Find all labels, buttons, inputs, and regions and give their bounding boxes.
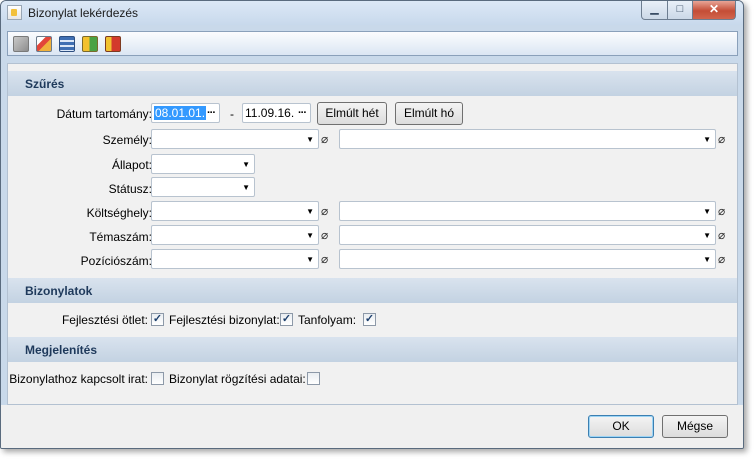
edit-icon[interactable] <box>36 36 52 52</box>
date-to-field[interactable]: 11.09.16. ··· <box>242 103 311 123</box>
dialog-window: Bizonylat lekérdezés ▁ □ ✕ Szűrés Dátum … <box>0 0 744 449</box>
dev-doc-label: Fejlesztési bizonylat: <box>169 313 280 327</box>
chevron-down-icon: ▼ <box>703 207 711 216</box>
chevron-down-icon: ▼ <box>703 231 711 240</box>
last-week-button[interactable]: Elmúlt hét <box>317 102 387 125</box>
chevron-down-icon: ▼ <box>703 255 711 264</box>
export-icon[interactable] <box>82 36 98 52</box>
date-to-value: 11.09.16. <box>245 106 295 120</box>
date-separator: - <box>230 107 234 121</box>
paperclip-icon[interactable]: ⌀ <box>718 252 726 266</box>
date-from-value: 08.01.01. <box>154 106 207 120</box>
paperclip-icon[interactable]: ⌀ <box>718 204 726 218</box>
minimize-button[interactable]: ▁ <box>641 1 668 20</box>
chevron-down-icon: ▼ <box>242 183 250 192</box>
dialog-footer: OK Mégse <box>1 405 743 448</box>
chevron-down-icon: ▼ <box>306 255 314 264</box>
state-dropdown[interactable]: ▼ <box>151 154 255 174</box>
paperclip-icon[interactable]: ⌀ <box>321 204 329 218</box>
window-title: Bizonylat lekérdezés <box>28 6 139 20</box>
dev-idea-label: Fejlesztési ötlet: <box>61 313 148 327</box>
exit-icon[interactable] <box>105 36 121 52</box>
course-checkbox[interactable]: ✓ <box>363 313 376 326</box>
maximize-button[interactable]: □ <box>667 1 693 20</box>
ok-button[interactable]: OK <box>588 415 654 438</box>
status-label: Státusz: <box>108 182 152 196</box>
date-from-picker-icon[interactable]: ··· <box>207 104 216 122</box>
person-name-dropdown[interactable]: ▼ <box>339 129 716 149</box>
copy-icon[interactable] <box>13 36 29 52</box>
cost-center-code-dropdown[interactable]: ▼ <box>151 201 319 221</box>
paperclip-icon[interactable]: ⌀ <box>718 228 726 242</box>
filter-section-header: Szűrés <box>8 71 737 96</box>
attached-document-checkbox[interactable] <box>151 372 164 385</box>
paperclip-icon[interactable]: ⌀ <box>321 132 329 146</box>
documents-section-header: Bizonylatok <box>8 278 737 303</box>
app-icon <box>7 5 22 20</box>
attached-document-label: Bizonylathoz kapcsolt irat: <box>9 372 148 386</box>
cancel-button[interactable]: Mégse <box>662 415 728 438</box>
topic-number-name-dropdown[interactable]: ▼ <box>339 225 716 245</box>
position-number-label: Pozíciószám: <box>80 254 152 268</box>
topic-number-label: Témaszám: <box>89 230 152 244</box>
chevron-down-icon: ▼ <box>703 135 711 144</box>
record-data-checkbox[interactable] <box>307 372 320 385</box>
title-bar[interactable]: Bizonylat lekérdezés ▁ □ ✕ <box>1 1 743 25</box>
record-data-label: Bizonylat rögzítési adatai: <box>169 372 306 386</box>
cost-center-name-dropdown[interactable]: ▼ <box>339 201 716 221</box>
position-number-code-dropdown[interactable]: ▼ <box>151 249 319 269</box>
chevron-down-icon: ▼ <box>306 231 314 240</box>
paperclip-icon[interactable]: ⌀ <box>321 252 329 266</box>
dev-idea-checkbox[interactable]: ✓ <box>151 313 164 326</box>
display-section-header: Megjelenítés <box>8 337 737 362</box>
topic-number-code-dropdown[interactable]: ▼ <box>151 225 319 245</box>
date-to-picker-icon[interactable]: ··· <box>298 104 307 122</box>
chevron-down-icon: ▼ <box>242 160 250 169</box>
close-button[interactable]: ✕ <box>692 1 736 20</box>
calculator-icon[interactable] <box>59 36 75 52</box>
toolbar <box>7 31 738 56</box>
last-month-button[interactable]: Elmúlt hó <box>395 102 463 125</box>
paperclip-icon[interactable]: ⌀ <box>321 228 329 242</box>
position-number-name-dropdown[interactable]: ▼ <box>339 249 716 269</box>
date-from-field[interactable]: 08.01.01. ··· <box>151 103 220 123</box>
person-label: Személy: <box>102 133 152 147</box>
status-dropdown[interactable]: ▼ <box>151 177 255 197</box>
course-label: Tanfolyam: <box>298 313 357 327</box>
date-range-label: Dátum tartomány: <box>56 107 152 121</box>
state-label: Állapot: <box>111 158 152 172</box>
chevron-down-icon: ▼ <box>306 207 314 216</box>
dev-doc-checkbox[interactable]: ✓ <box>280 313 293 326</box>
person-code-dropdown[interactable]: ▼ <box>151 129 319 149</box>
chevron-down-icon: ▼ <box>306 135 314 144</box>
content-area: Szűrés Dátum tartomány: 08.01.01. ··· - … <box>7 63 738 405</box>
paperclip-icon[interactable]: ⌀ <box>718 132 726 146</box>
cost-center-label: Költséghely: <box>86 206 152 220</box>
